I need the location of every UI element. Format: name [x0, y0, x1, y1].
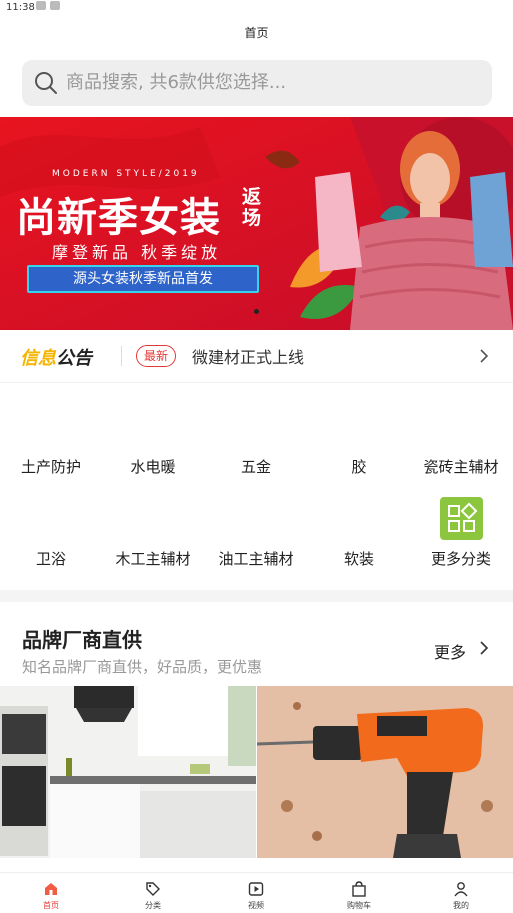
tab-profile[interactable]: 我的: [410, 873, 512, 913]
video-icon: [248, 882, 264, 896]
tab-label: 我的: [453, 901, 469, 910]
user-icon: [454, 882, 468, 897]
notice-bar[interactable]: 信息公告 最新 微建材正式上线: [0, 330, 513, 383]
more-link[interactable]: 更多: [434, 639, 466, 663]
chevron-right-icon[interactable]: [477, 640, 491, 656]
status-bar: 11:38: [0, 0, 513, 18]
tab-home[interactable]: 首页: [0, 873, 102, 913]
tab-cart[interactable]: 购物车: [308, 873, 410, 913]
search-bar[interactable]: 商品搜索, 共6款供您选择...: [22, 60, 492, 106]
tab-video[interactable]: 视频: [205, 873, 307, 913]
tab-label: 首页: [43, 901, 59, 910]
category-wujin[interactable]: 五金: [205, 456, 307, 477]
category-yougong[interactable]: 油工主辅材: [205, 548, 307, 569]
category-tuchan[interactable]: 土产防护: [0, 456, 102, 477]
section-subtitle: 知名品牌厂商直供，好品质，更优惠: [22, 658, 263, 676]
banner-caption: MODERN STYLE/2019: [52, 169, 200, 179]
carousel-indicator[interactable]: [254, 309, 259, 314]
banner-subtitle: 摩登新品 秋季绽放: [52, 243, 222, 262]
banner-title: 尚新季女装: [16, 195, 221, 241]
tab-label: 购物车: [347, 901, 371, 910]
status-time: 11:38: [6, 2, 35, 13]
more-categories-icon[interactable]: [440, 497, 483, 540]
category-jiao[interactable]: 胶: [308, 456, 410, 477]
tab-label: 分类: [145, 901, 161, 910]
tag-icon: [146, 882, 160, 896]
bottom-tab-bar: 首页 分类 视频 购物车 我的: [0, 872, 513, 913]
promo-banner[interactable]: MODERN STYLE/2019 尚新季女装 返场 摩登新品 秋季绽放 源头女…: [0, 117, 513, 330]
category-shuidiannuan[interactable]: 水电暖: [102, 456, 204, 477]
search-icon: [35, 72, 57, 94]
wifi-icon: [50, 1, 60, 10]
notification-icon: [36, 1, 46, 10]
category-ruanzhuang[interactable]: 软装: [308, 548, 410, 569]
notice-label: 信息公告: [20, 344, 92, 370]
notice-label-a: 信息: [20, 348, 56, 369]
page-title: 首页: [244, 26, 269, 40]
notice-text[interactable]: 微建材正式上线: [192, 344, 304, 368]
section-title: 品牌厂商直供: [22, 628, 142, 652]
divider: [121, 346, 122, 366]
search-input[interactable]: 商品搜索, 共6款供您选择...: [66, 60, 286, 106]
status-icons: [36, 1, 60, 10]
brand-tile-kitchen[interactable]: [0, 686, 256, 858]
category-more[interactable]: 更多分类: [410, 548, 512, 569]
new-badge: 最新: [136, 345, 177, 367]
chevron-right-icon[interactable]: [476, 348, 492, 364]
banner-title-side: 返场: [242, 186, 262, 229]
home-icon: [45, 883, 57, 895]
banner-tagline: 源头女装秋季新品首发: [27, 265, 259, 293]
drill-image: [257, 686, 513, 858]
tab-label: 视频: [248, 901, 264, 910]
section-divider: [0, 590, 513, 602]
category-cizhuan[interactable]: 瓷砖主辅材: [410, 456, 512, 477]
tab-category[interactable]: 分类: [102, 873, 204, 913]
category-weiyu[interactable]: 卫浴: [0, 548, 102, 569]
category-mugong[interactable]: 木工主辅材: [102, 548, 204, 569]
notice-label-b: 公告: [56, 348, 92, 369]
shopping-bag-icon: [352, 881, 366, 897]
brand-tile-drill[interactable]: [257, 686, 513, 858]
kitchen-image: [0, 686, 256, 858]
